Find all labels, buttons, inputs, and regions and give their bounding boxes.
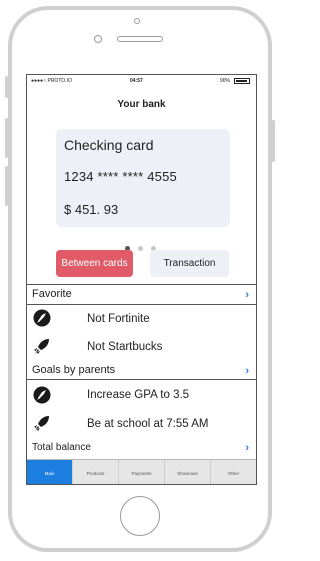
account-card[interactable]: Checking card 1234 **** **** 4555 $ 451.… (56, 129, 230, 227)
app-screen: ●●●●○ PROTO.IO 04:57 90% Your bank Check… (26, 74, 257, 485)
favorite-item-label[interactable]: Not Startbucks (87, 341, 162, 353)
rocket-icon (34, 339, 49, 354)
home-button[interactable] (120, 496, 160, 536)
goal-item-label[interactable]: Be at school at 7:55 AM (87, 418, 208, 430)
total-balance-header[interactable]: Total balance (32, 442, 91, 453)
battery-icon (234, 78, 250, 84)
total-balance-chevron-icon[interactable]: › (245, 442, 249, 454)
divider (27, 379, 256, 380)
tab-payments[interactable]: Payments (119, 460, 165, 484)
speaker-grille (117, 36, 163, 42)
power-button (272, 120, 275, 162)
carrier-label: ●●●●○ PROTO.IO (31, 78, 72, 84)
transaction-button[interactable]: Transaction (150, 250, 229, 277)
tab-bar: Main Products Payments Showcase Other (27, 459, 256, 484)
favorite-item-label[interactable]: Not Fortinite (87, 313, 150, 325)
goals-header[interactable]: Goals by parents (32, 364, 115, 376)
globe-rocket-icon (33, 386, 51, 404)
page-title: Your bank (117, 99, 166, 110)
between-cards-button[interactable]: Between cards (56, 250, 133, 277)
status-bar: ●●●●○ PROTO.IO 04:57 90% (27, 75, 256, 87)
favorite-header[interactable]: Favorite (32, 288, 72, 300)
card-balance: $ 451. 93 (64, 202, 119, 217)
globe-rocket-icon (33, 309, 51, 327)
front-camera-icon (134, 18, 140, 24)
divider (27, 304, 256, 305)
rocket-icon (34, 416, 49, 431)
card-name: Checking card (64, 137, 154, 153)
card-number: 1234 **** **** 4555 (64, 169, 177, 184)
pager-dot[interactable] (138, 246, 143, 251)
tab-other[interactable]: Other (211, 460, 256, 484)
sensor-icon (94, 35, 102, 43)
goal-item-label[interactable]: Increase GPA to 3.5 (87, 389, 189, 401)
tab-products[interactable]: Products (73, 460, 119, 484)
tab-showcase[interactable]: Showcase (165, 460, 211, 484)
card-pager[interactable] (125, 238, 164, 251)
goals-chevron-icon[interactable]: › (245, 365, 249, 377)
favorite-chevron-icon[interactable]: › (245, 289, 249, 301)
divider (27, 284, 256, 285)
clock: 04:57 (130, 78, 143, 84)
tab-main[interactable]: Main (27, 460, 73, 484)
battery-percent: 90% (219, 78, 230, 84)
